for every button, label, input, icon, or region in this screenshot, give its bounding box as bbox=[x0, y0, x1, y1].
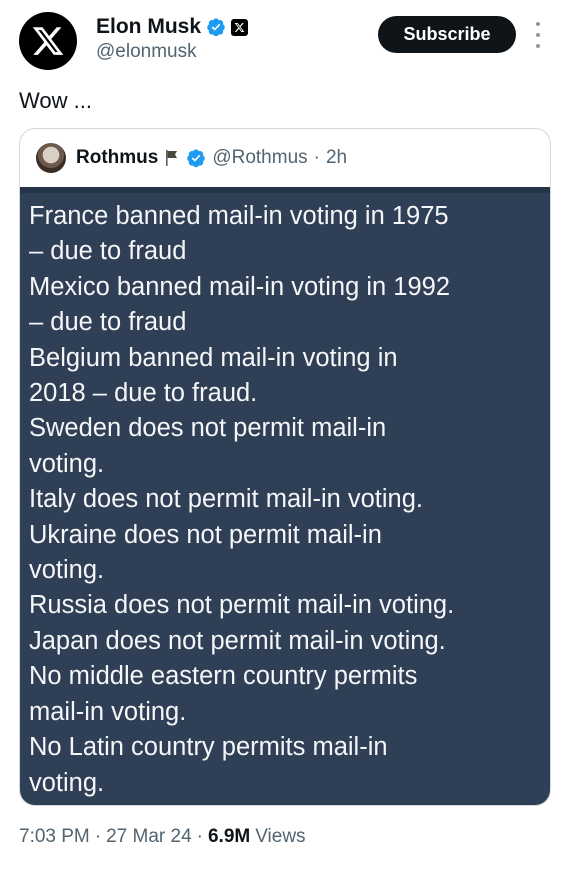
author-avatar[interactable] bbox=[19, 12, 77, 70]
tweet-timestamp[interactable]: 7:03 PM bbox=[19, 826, 90, 848]
views-count[interactable]: 6.9M bbox=[208, 826, 250, 848]
image-text-line: Ukraine does not permit mail-in bbox=[29, 520, 382, 549]
meta-separator: · bbox=[94, 826, 102, 847]
verified-badge-icon bbox=[207, 18, 225, 37]
verified-badge-icon bbox=[187, 149, 206, 168]
more-vertical-icon[interactable] bbox=[532, 22, 544, 48]
tweet-date[interactable]: 27 Mar 24 bbox=[106, 826, 192, 848]
tweet-header: Elon Musk @elonmusk Subscribe bbox=[0, 0, 568, 80]
author-name-row: Elon Musk bbox=[96, 13, 249, 41]
tweet-text: Wow ... bbox=[19, 88, 92, 113]
views-label: Views bbox=[255, 826, 306, 847]
image-text-line: Russia does not permit mail-in voting. bbox=[29, 591, 455, 620]
quoted-tweet-age[interactable]: 2h bbox=[326, 147, 347, 169]
image-text-line: – due to fraud bbox=[29, 237, 187, 266]
quoted-separator: · bbox=[313, 147, 320, 168]
image-text-line: No Latin country permits mail-in bbox=[29, 733, 388, 762]
quoted-tweet-image[interactable]: France banned mail-in voting in 1975 – d… bbox=[20, 187, 550, 805]
quoted-author-avatar[interactable] bbox=[36, 143, 66, 173]
image-text-line: No middle eastern country permits bbox=[29, 662, 418, 691]
author-display-name[interactable]: Elon Musk bbox=[96, 15, 201, 39]
x-affiliation-icon bbox=[231, 18, 249, 36]
image-text-line: France banned mail-in voting in 1975 bbox=[29, 202, 449, 230]
image-top-strip bbox=[20, 187, 550, 193]
x-logo-icon bbox=[32, 27, 64, 55]
image-text-line: Mexico banned mail-in voting in 1992 bbox=[29, 272, 450, 301]
flag-icon bbox=[166, 150, 178, 166]
quoted-author-handle[interactable]: @Rothmus bbox=[212, 147, 307, 169]
image-text-line: voting. bbox=[29, 768, 105, 797]
image-text-line: Sweden does not permit mail-in bbox=[29, 414, 387, 443]
image-text-line: Japan does not permit mail-in voting. bbox=[29, 626, 446, 655]
meta-separator: · bbox=[196, 826, 203, 847]
image-text-line: mail-in voting. bbox=[29, 697, 187, 726]
subscribe-button[interactable]: Subscribe bbox=[378, 16, 516, 53]
quoted-tweet-header: Rothmus @Rothmus · 2h bbox=[20, 129, 550, 187]
image-text-line: Belgium banned mail-in voting in bbox=[29, 343, 398, 372]
image-text-line: – due to fraud bbox=[29, 308, 187, 337]
author-handle[interactable]: @elonmusk bbox=[96, 41, 197, 63]
image-text-line: Italy does not permit mail-in voting. bbox=[29, 485, 424, 514]
quoted-tweet-card[interactable]: Rothmus @Rothmus · 2h France banned mail… bbox=[19, 128, 551, 806]
image-text-line: 2018 – due to fraud. bbox=[29, 379, 258, 408]
image-text-line: voting. bbox=[29, 556, 105, 585]
tweet-meta: 7:03 PM · 27 Mar 24 · 6.9M Views bbox=[19, 826, 306, 848]
image-text-block: France banned mail-in voting in 1975 – d… bbox=[29, 199, 544, 801]
image-text-line: voting. bbox=[29, 449, 105, 478]
quoted-author-display-name[interactable]: Rothmus bbox=[76, 147, 158, 169]
